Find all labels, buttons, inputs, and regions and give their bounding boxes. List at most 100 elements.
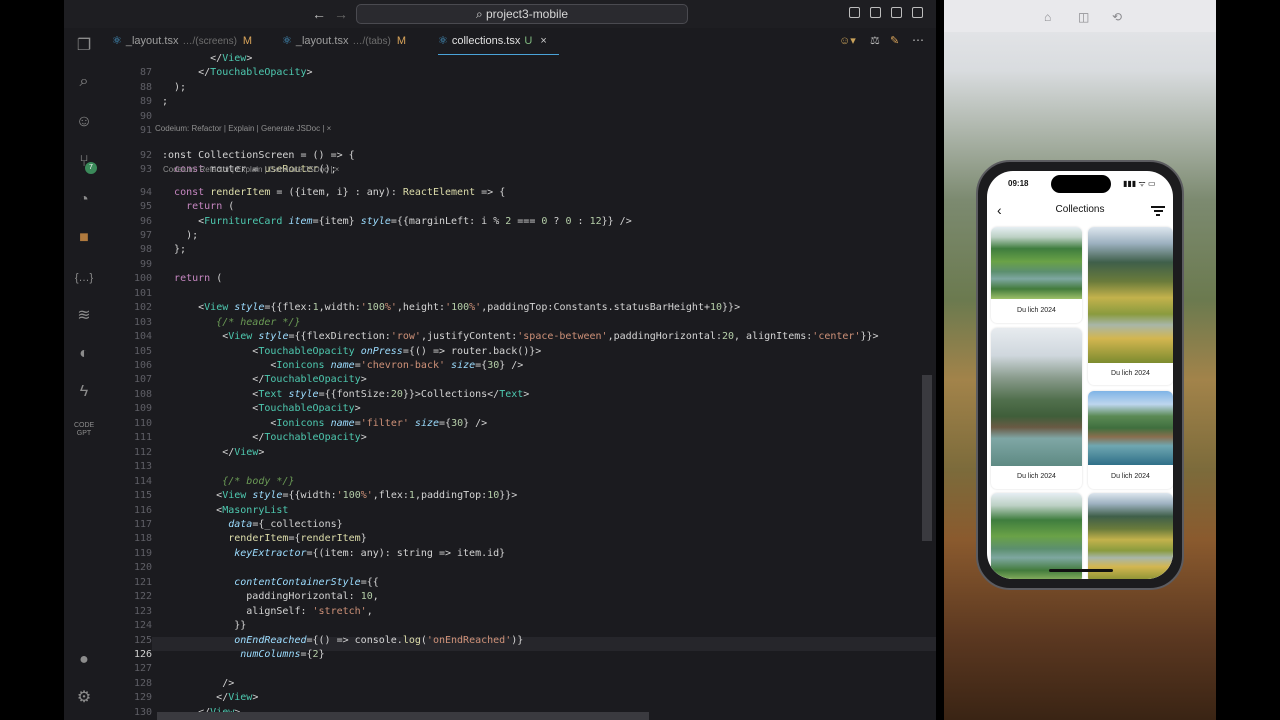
vertical-scrollbar[interactable]	[922, 375, 932, 541]
toggle-sidebar-icon[interactable]	[849, 7, 860, 18]
forward-arrow-icon[interactable]: →	[334, 6, 348, 22]
customize-layout-icon[interactable]	[912, 7, 923, 18]
json-icon[interactable]: {…}	[74, 268, 94, 288]
line-number: 107	[133, 374, 152, 386]
code-line[interactable]: 111 </TouchableOpacity>	[104, 431, 936, 445]
code-line[interactable]: 89;	[104, 95, 936, 109]
files-icon[interactable]: ❐	[74, 36, 94, 56]
code-line[interactable]: 106 <Ionicons name='chevron-back' size={…	[104, 359, 936, 373]
tab-layout-tabs[interactable]: ⚛ _layout.tsx …/(tabs) M	[282, 28, 406, 54]
code-line[interactable]: 102 <View style={{flex:1,width:'100%',he…	[104, 301, 936, 315]
code-line[interactable]: 107 </TouchableOpacity>	[104, 373, 936, 387]
line-number: 120	[133, 562, 152, 574]
code-line[interactable]: 108 <Text style={{fontSize:20}}>Collecti…	[104, 388, 936, 402]
settings-icon[interactable]: ⚙	[74, 688, 94, 708]
codelens-actions[interactable]: Codeium: Refactor | Explain | Generate J…	[163, 165, 339, 174]
code-line[interactable]: 117 data={_collections}	[104, 518, 936, 532]
code-line[interactable]: 92:onst CollectionScreen = () => {	[104, 149, 936, 163]
codeium-icon[interactable]: ◐	[74, 344, 94, 364]
docker-icon[interactable]: ≋	[74, 306, 94, 326]
code-line[interactable]: 122 paddingHorizontal: 10,	[104, 590, 936, 604]
avatar-icon[interactable]: ☺	[74, 112, 94, 132]
command-center-search[interactable]: ⌕ project3-mobile	[356, 4, 688, 24]
react-icon: ⚛	[282, 35, 292, 47]
source-control-icon[interactable]: ⑂ 7	[74, 152, 97, 174]
code-line[interactable]: 114 {/* body */}	[104, 475, 936, 489]
code-text: </View>	[162, 692, 259, 704]
code-text: paddingHorizontal: 10,	[162, 591, 379, 603]
line-number: 96	[139, 215, 152, 227]
code-line[interactable]: 125 onEndReached={() => console.log('onE…	[104, 634, 936, 648]
code-line[interactable]: 120	[104, 561, 936, 575]
avatar-toolbar-icon[interactable]: ☺▾	[839, 34, 856, 47]
code-line[interactable]: 109 <TouchableOpacity>	[104, 402, 936, 416]
code-line[interactable]: 87 </TouchableOpacity>	[104, 66, 936, 80]
code-line[interactable]: 98 };	[104, 243, 936, 257]
code-text: <MasonryList	[162, 504, 289, 516]
code-line[interactable]: 95 return (	[104, 200, 936, 214]
tab-collections[interactable]: ⚛ collections.tsx U ×	[438, 28, 559, 55]
line-number: 103	[133, 316, 152, 328]
close-icon[interactable]: ×	[540, 35, 546, 47]
code-line[interactable]: 90	[104, 110, 936, 124]
toggle-panel-icon[interactable]	[870, 7, 881, 18]
horizontal-scrollbar[interactable]	[157, 712, 649, 720]
code-line[interactable]: 128 />	[104, 677, 936, 691]
code-line[interactable]: 94 const renderItem = ({item, i} : any):…	[104, 186, 936, 200]
line-number: 102	[133, 302, 152, 314]
home-icon[interactable]: ⌂	[1044, 10, 1051, 24]
back-arrow-icon[interactable]: ←	[312, 6, 326, 22]
collection-card[interactable]	[1088, 493, 1173, 579]
code-area[interactable]: </View> 87 </TouchableOpacity> 88 ); 89; 90 9…	[104, 52, 936, 720]
code-line[interactable]: 97 );	[104, 229, 936, 243]
toggle-secondary-sidebar-icon[interactable]	[891, 7, 902, 18]
pin-icon[interactable]: ✎	[890, 34, 899, 47]
collection-card[interactable]: Du lich 2024	[1088, 227, 1173, 385]
account-icon[interactable]: ●	[74, 650, 94, 670]
code-text: data={_collections}	[228, 518, 343, 530]
search-icon[interactable]: ⌕	[74, 72, 94, 92]
filter-icon[interactable]	[1151, 206, 1165, 218]
screenshot-icon[interactable]: ◫	[1078, 10, 1089, 24]
collection-card[interactable]: Du lich 2024	[991, 328, 1082, 489]
more-actions-icon[interactable]: ⋯	[912, 33, 924, 47]
chevron-back-icon[interactable]: ‹	[997, 201, 1002, 219]
lightning-icon[interactable]: ϟ	[74, 382, 94, 402]
code-line[interactable]: 119 keyExtractor={(item: any): string =>…	[104, 547, 936, 561]
code-line[interactable]: 112 </View>	[104, 446, 936, 460]
code-line[interactable]: 116 <MasonryList	[104, 504, 936, 518]
collection-card[interactable]	[991, 493, 1082, 579]
left-margin	[0, 0, 64, 720]
code-line[interactable]: 124 }}	[104, 619, 936, 633]
code-line[interactable]: 123 alignSelf: 'stretch',	[104, 605, 936, 619]
code-line[interactable]: 121 contentContainerStyle={{	[104, 576, 936, 590]
collection-card[interactable]: Du lich 2024	[1088, 391, 1173, 489]
code-text: );	[162, 81, 187, 93]
code-line[interactable]: 104 <View style={{flexDirection:'row',ju…	[104, 330, 936, 344]
rotate-icon[interactable]: ⟲	[1112, 10, 1122, 24]
extensions-icon[interactable]: ■	[74, 228, 94, 248]
code-line[interactable]: 100 return (	[104, 272, 936, 286]
code-line[interactable]: 115 <View style={{width:'100%',flex:1,pa…	[104, 489, 936, 503]
remote-icon[interactable]: ◔	[74, 190, 94, 210]
code-line[interactable]: 105 <TouchableOpacity onPress={() => rou…	[104, 345, 936, 359]
code-line[interactable]: 101	[104, 287, 936, 301]
code-line[interactable]: 99	[104, 258, 936, 272]
code-line[interactable]: 127	[104, 662, 936, 676]
code-line[interactable]: 129 </View>	[104, 691, 936, 705]
code-line[interactable]: 113	[104, 460, 936, 474]
code-line[interactable]: 110 <Ionicons name='filter' size={30} />	[104, 417, 936, 431]
compare-icon[interactable]: ⚖	[870, 34, 880, 47]
code-line[interactable]: 126 numColumns={2}	[104, 648, 936, 662]
tab-layout-screens[interactable]: ⚛ _layout.tsx …/(screens) M	[112, 28, 252, 54]
code-line[interactable]: 88 );	[104, 81, 936, 95]
card-image	[1088, 391, 1173, 465]
code-line[interactable]: </View>	[104, 52, 936, 66]
code-line[interactable]: 96 <FurnitureCard item={item} style={{ma…	[104, 215, 936, 229]
codelens-actions[interactable]: Codeium: Refactor | Explain | Generate J…	[155, 124, 331, 133]
code-line[interactable]: 103 {/* header */}	[104, 316, 936, 330]
codegpt-icon[interactable]: CODE GPT	[74, 422, 94, 442]
line-number: 118	[133, 533, 152, 545]
code-line[interactable]: 118 renderItem={renderItem}	[104, 532, 936, 546]
collection-card[interactable]: Du lich 2024	[991, 227, 1082, 323]
